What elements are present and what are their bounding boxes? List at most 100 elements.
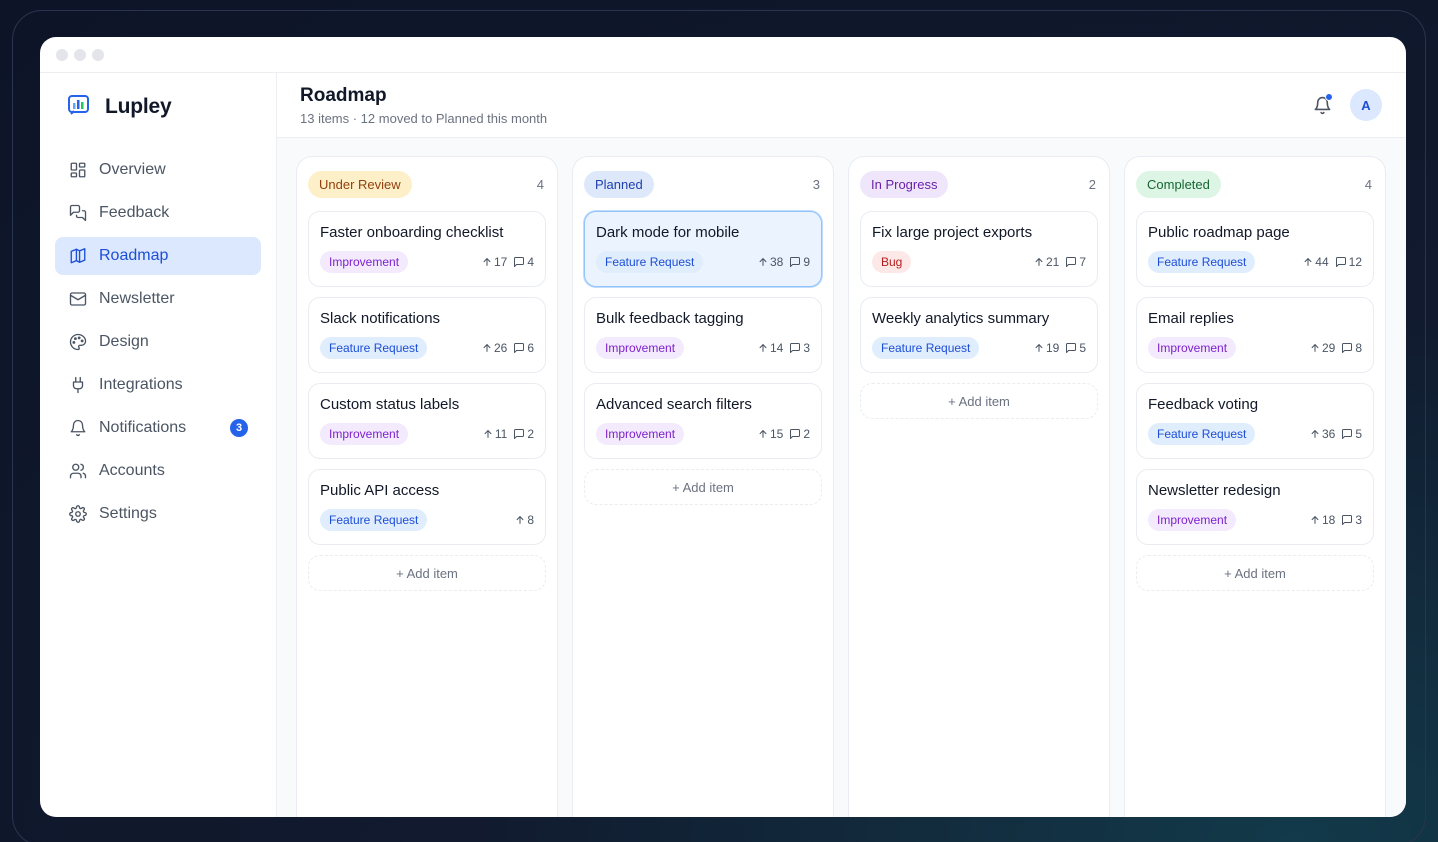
comment-value: 12 <box>1348 255 1362 269</box>
card-title: Faster onboarding checklist <box>320 224 504 241</box>
vote-count[interactable]: 29 <box>1310 341 1335 355</box>
roadmap-card[interactable]: Bulk feedback tagging Improvement 14 3 <box>584 297 822 373</box>
notifications-button[interactable] <box>1310 93 1334 117</box>
sidebar-item-label: Roadmap <box>99 247 169 264</box>
map-icon <box>69 247 87 265</box>
roadmap-card[interactable]: Weekly analytics summary Feature Request 1… <box>860 297 1098 373</box>
vote-count[interactable]: 15 <box>758 427 783 441</box>
plug-icon <box>69 376 87 394</box>
sidebar-item-integrations[interactable]: Integrations <box>55 366 261 404</box>
sidebar-item-notifications[interactable]: Notifications 3 <box>55 409 261 447</box>
card-footer: Feature Request 19 5 <box>872 337 1086 359</box>
vote-count[interactable]: 17 <box>482 255 507 269</box>
roadmap-card[interactable]: Dark mode for mobile Feature Request 38 9 <box>584 211 822 287</box>
sidebar-item-label: Settings <box>99 505 157 522</box>
vote-count[interactable]: 38 <box>758 255 783 269</box>
column-count: 4 <box>1364 176 1372 192</box>
roadmap-card[interactable]: Newsletter redesign Improvement 18 3 <box>1136 469 1374 545</box>
avatar[interactable]: A <box>1350 89 1382 121</box>
sidebar-item-accounts[interactable]: Accounts <box>55 452 261 490</box>
sidebar-item-label: Integrations <box>99 376 183 393</box>
roadmap-card[interactable]: Feedback voting Feature Request 36 5 <box>1136 383 1374 459</box>
add-item-button[interactable]: + Add item <box>584 469 822 505</box>
sidebar-item-roadmap[interactable]: Roadmap <box>55 237 261 275</box>
sidebar-item-label: Feedback <box>99 204 170 221</box>
roadmap-card[interactable]: Public roadmap page Feature Request 44 12 <box>1136 211 1374 287</box>
card-footer: Improvement 29 8 <box>1148 337 1362 359</box>
sidebar-item-settings[interactable]: Settings <box>55 495 261 533</box>
column-header: Under Review 4 <box>308 169 546 199</box>
roadmap-card[interactable]: Fix large project exports Bug 21 7 <box>860 211 1098 287</box>
comment-count: 2 <box>789 427 810 441</box>
sidebar-item-feedback[interactable]: Feedback <box>55 194 261 232</box>
sidebar-item-design[interactable]: Design <box>55 323 261 361</box>
card-tag: Improvement <box>596 337 685 359</box>
upvote-arrow-icon <box>483 429 493 439</box>
roadmap-board: Under Review 4 Faster onboarding checklist… <box>277 138 1406 817</box>
comment-icon <box>513 256 525 268</box>
roadmap-card[interactable]: Email replies Improvement 29 8 <box>1136 297 1374 373</box>
roadmap-card[interactable]: Custom status labels Improvement 11 2 <box>308 383 546 459</box>
mail-icon <box>69 290 87 308</box>
comment-value: 5 <box>1355 427 1362 441</box>
roadmap-card[interactable]: Advanced search filters Improvement 15 2 <box>584 383 822 459</box>
comment-count: 9 <box>789 255 810 269</box>
add-item-button[interactable]: + Add item <box>308 555 546 591</box>
bell-icon <box>69 419 87 437</box>
vote-count[interactable]: 21 <box>1034 255 1059 269</box>
brand[interactable]: Lupley <box>55 93 261 121</box>
roadmap-card[interactable]: Public API access Feature Request 8 <box>308 469 546 545</box>
vote-count[interactable]: 19 <box>1034 341 1059 355</box>
upvote-arrow-icon <box>482 343 492 353</box>
vote-count[interactable]: 11 <box>483 427 507 441</box>
roadmap-card[interactable]: Faster onboarding checklist Improvement 17… <box>308 211 546 287</box>
upvote-arrow-icon <box>1034 343 1044 353</box>
column-under-review: Under Review 4 Faster onboarding checklist… <box>296 156 558 817</box>
window-close-dot[interactable] <box>56 48 68 61</box>
vote-count[interactable]: 44 <box>1303 255 1329 269</box>
card-tag: Bug <box>872 251 912 273</box>
comment-value: 7 <box>1079 255 1086 269</box>
sidebar-item-label: Newsletter <box>99 290 175 307</box>
notifications-count-badge: 3 <box>230 419 248 437</box>
comment-value: 5 <box>1079 341 1086 355</box>
window-maximize-dot[interactable] <box>92 48 104 61</box>
upvote-arrow-icon <box>758 257 768 267</box>
vote-value: 11 <box>494 427 508 441</box>
sidebar-item-newsletter[interactable]: Newsletter <box>55 280 261 318</box>
add-item-button[interactable]: + Add item <box>860 383 1098 419</box>
card-meta: 26 6 <box>482 341 534 355</box>
column-in-progress: In Progress 2 Fix large project exports Bug… <box>848 156 1110 817</box>
card-title: Public API access <box>320 482 440 499</box>
comment-value: 8 <box>1355 341 1362 355</box>
card-meta: 21 7 <box>1034 255 1086 269</box>
vote-count[interactable]: 26 <box>482 341 507 355</box>
column-count: 2 <box>1088 176 1096 192</box>
status-pill: Planned <box>584 170 654 198</box>
add-item-button[interactable]: + Add item <box>1136 555 1374 591</box>
window-minimize-dot[interactable] <box>74 48 86 61</box>
sidebar-item-overview[interactable]: Overview <box>55 151 261 189</box>
vote-value: 36 <box>1321 427 1336 441</box>
page-header: Roadmap 13 items · 12 moved to Planned t… <box>277 73 1406 138</box>
card-footer: Feature Request 8 <box>320 509 534 531</box>
comment-value: 3 <box>803 341 810 355</box>
comment-icon <box>1335 256 1347 268</box>
vote-count[interactable]: 18 <box>1310 513 1335 527</box>
vote-count[interactable]: 36 <box>1310 427 1335 441</box>
card-title: Custom status labels <box>320 396 460 413</box>
vote-count[interactable]: 14 <box>758 341 783 355</box>
card-title: Weekly analytics summary <box>872 310 1050 327</box>
card-tag: Feature Request <box>1148 251 1256 273</box>
sidebar-item-label: Design <box>99 333 149 350</box>
card-footer: Improvement 17 4 <box>320 251 534 273</box>
gear-icon <box>69 505 87 523</box>
sidebar-nav: Overview Feedback Roadmap Newsletter Design I… <box>55 151 261 533</box>
comment-count: 5 <box>1065 341 1086 355</box>
upvote-arrow-icon <box>482 257 492 267</box>
comment-icon <box>1341 342 1353 354</box>
vote-value: 21 <box>1045 255 1060 269</box>
card-tag: Improvement <box>1148 337 1237 359</box>
roadmap-card[interactable]: Slack notifications Feature Request 26 6 <box>308 297 546 373</box>
vote-count[interactable]: 8 <box>515 513 534 527</box>
